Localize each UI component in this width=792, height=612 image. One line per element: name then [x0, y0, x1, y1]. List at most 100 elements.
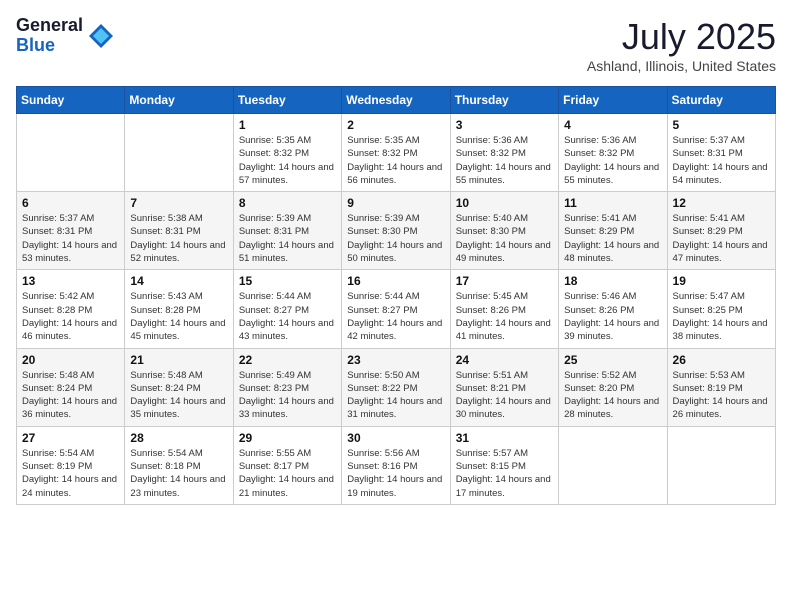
day-number: 18	[564, 274, 661, 288]
calendar-week-row: 1Sunrise: 5:35 AMSunset: 8:32 PMDaylight…	[17, 114, 776, 192]
day-info: Sunrise: 5:46 AMSunset: 8:26 PMDaylight:…	[564, 290, 661, 343]
month-title: July 2025	[587, 16, 776, 58]
calendar-cell: 6 Sunrise: 5:37 AMSunset: 8:31 PMDaylight…	[17, 192, 125, 270]
calendar-cell: 26 Sunrise: 5:53 AMSunset: 8:19 PMDayligh…	[667, 348, 775, 426]
day-number: 29	[239, 431, 336, 445]
title-block: July 2025 Ashland, Illinois, United Stat…	[587, 16, 776, 74]
calendar-cell: 16Sunrise: 5:44 AMSunset: 8:27 PMDayligh…	[342, 270, 450, 348]
day-number: 4	[564, 118, 661, 132]
day-info: Sunrise: 5:41 AMSunset: 8:29 PMDaylight:…	[673, 212, 770, 265]
calendar-cell: 8Sunrise: 5:39 AMSunset: 8:31 PMDaylight…	[233, 192, 341, 270]
calendar-cell: 5 Sunrise: 5:37 AMSunset: 8:31 PMDaylight…	[667, 114, 775, 192]
day-number: 28	[130, 431, 227, 445]
day-number: 26	[673, 353, 770, 367]
calendar-cell: 23 Sunrise: 5:50 AMSunset: 8:22 PMDayligh…	[342, 348, 450, 426]
calendar-cell	[667, 426, 775, 504]
calendar-week-row: 20 Sunrise: 5:48 AMSunset: 8:24 PMDayligh…	[17, 348, 776, 426]
day-number: 9	[347, 196, 444, 210]
day-number: 27	[22, 431, 119, 445]
calendar-cell: 7 Sunrise: 5:38 AMSunset: 8:31 PMDaylight…	[125, 192, 233, 270]
day-number: 8	[239, 196, 336, 210]
day-info: Sunrise: 5:41 AMSunset: 8:29 PMDaylight:…	[564, 212, 661, 265]
calendar-cell: 30Sunrise: 5:56 AMSunset: 8:16 PMDayligh…	[342, 426, 450, 504]
day-info: Sunrise: 5:38 AMSunset: 8:31 PMDaylight:…	[130, 212, 227, 265]
calendar-cell	[559, 426, 667, 504]
day-number: 21	[130, 353, 227, 367]
day-info: Sunrise: 5:54 AMSunset: 8:18 PMDaylight:…	[130, 447, 227, 500]
day-number: 23	[347, 353, 444, 367]
day-number: 6	[22, 196, 119, 210]
day-info: Sunrise: 5:37 AMSunset: 8:31 PMDaylight:…	[22, 212, 119, 265]
day-info: Sunrise: 5:49 AMSunset: 8:23 PMDaylight:…	[239, 369, 336, 422]
day-info: Sunrise: 5:37 AMSunset: 8:31 PMDaylight:…	[673, 134, 770, 187]
day-number: 3	[456, 118, 553, 132]
day-number: 11	[564, 196, 661, 210]
day-info: Sunrise: 5:48 AMSunset: 8:24 PMDaylight:…	[22, 369, 119, 422]
logo: General Blue	[16, 16, 115, 56]
day-number: 31	[456, 431, 553, 445]
calendar-cell: 25 Sunrise: 5:52 AMSunset: 8:20 PMDayligh…	[559, 348, 667, 426]
calendar-cell: 11 Sunrise: 5:41 AMSunset: 8:29 PMDayligh…	[559, 192, 667, 270]
calendar-cell: 1Sunrise: 5:35 AMSunset: 8:32 PMDaylight…	[233, 114, 341, 192]
day-info: Sunrise: 5:44 AMSunset: 8:27 PMDaylight:…	[347, 290, 444, 343]
day-of-week-header: Sunday	[17, 87, 125, 114]
day-number: 5	[673, 118, 770, 132]
day-number: 22	[239, 353, 336, 367]
day-info: Sunrise: 5:43 AMSunset: 8:28 PMDaylight:…	[130, 290, 227, 343]
calendar-week-row: 13 Sunrise: 5:42 AMSunset: 8:28 PMDayligh…	[17, 270, 776, 348]
calendar-cell: 21Sunrise: 5:48 AMSunset: 8:24 PMDayligh…	[125, 348, 233, 426]
calendar-table: SundayMondayTuesdayWednesdayThursdayFrid…	[16, 86, 776, 505]
day-info: Sunrise: 5:36 AMSunset: 8:32 PMDaylight:…	[456, 134, 553, 187]
calendar-header-row: SundayMondayTuesdayWednesdayThursdayFrid…	[17, 87, 776, 114]
calendar-cell: 12 Sunrise: 5:41 AMSunset: 8:29 PMDayligh…	[667, 192, 775, 270]
day-info: Sunrise: 5:53 AMSunset: 8:19 PMDaylight:…	[673, 369, 770, 422]
logo-blue: Blue	[16, 36, 83, 56]
day-info: Sunrise: 5:35 AMSunset: 8:32 PMDaylight:…	[347, 134, 444, 187]
logo-icon	[87, 22, 115, 50]
day-number: 25	[564, 353, 661, 367]
calendar-cell: 9Sunrise: 5:39 AMSunset: 8:30 PMDaylight…	[342, 192, 450, 270]
calendar-cell: 14Sunrise: 5:43 AMSunset: 8:28 PMDayligh…	[125, 270, 233, 348]
calendar-cell: 24Sunrise: 5:51 AMSunset: 8:21 PMDayligh…	[450, 348, 558, 426]
day-info: Sunrise: 5:50 AMSunset: 8:22 PMDaylight:…	[347, 369, 444, 422]
day-of-week-header: Friday	[559, 87, 667, 114]
logo-text: General Blue	[16, 16, 83, 56]
day-number: 20	[22, 353, 119, 367]
day-number: 12	[673, 196, 770, 210]
day-info: Sunrise: 5:36 AMSunset: 8:32 PMDaylight:…	[564, 134, 661, 187]
day-info: Sunrise: 5:47 AMSunset: 8:25 PMDaylight:…	[673, 290, 770, 343]
calendar-cell: 29 Sunrise: 5:55 AMSunset: 8:17 PMDayligh…	[233, 426, 341, 504]
calendar-cell: 22 Sunrise: 5:49 AMSunset: 8:23 PMDayligh…	[233, 348, 341, 426]
day-number: 13	[22, 274, 119, 288]
calendar-week-row: 27 Sunrise: 5:54 AMSunset: 8:19 PMDayligh…	[17, 426, 776, 504]
calendar-cell: 15Sunrise: 5:44 AMSunset: 8:27 PMDayligh…	[233, 270, 341, 348]
day-of-week-header: Saturday	[667, 87, 775, 114]
calendar-cell: 10Sunrise: 5:40 AMSunset: 8:30 PMDayligh…	[450, 192, 558, 270]
calendar-cell	[17, 114, 125, 192]
day-info: Sunrise: 5:57 AMSunset: 8:15 PMDaylight:…	[456, 447, 553, 500]
day-info: Sunrise: 5:45 AMSunset: 8:26 PMDaylight:…	[456, 290, 553, 343]
calendar-week-row: 6 Sunrise: 5:37 AMSunset: 8:31 PMDaylight…	[17, 192, 776, 270]
day-of-week-header: Wednesday	[342, 87, 450, 114]
location-subtitle: Ashland, Illinois, United States	[587, 58, 776, 74]
calendar-cell	[125, 114, 233, 192]
calendar-cell: 2Sunrise: 5:35 AMSunset: 8:32 PMDaylight…	[342, 114, 450, 192]
day-info: Sunrise: 5:51 AMSunset: 8:21 PMDaylight:…	[456, 369, 553, 422]
day-of-week-header: Tuesday	[233, 87, 341, 114]
calendar-cell: 20 Sunrise: 5:48 AMSunset: 8:24 PMDayligh…	[17, 348, 125, 426]
day-of-week-header: Thursday	[450, 87, 558, 114]
calendar-cell: 13 Sunrise: 5:42 AMSunset: 8:28 PMDayligh…	[17, 270, 125, 348]
day-number: 7	[130, 196, 227, 210]
day-info: Sunrise: 5:35 AMSunset: 8:32 PMDaylight:…	[239, 134, 336, 187]
calendar-cell: 4 Sunrise: 5:36 AMSunset: 8:32 PMDaylight…	[559, 114, 667, 192]
day-info: Sunrise: 5:52 AMSunset: 8:20 PMDaylight:…	[564, 369, 661, 422]
day-number: 17	[456, 274, 553, 288]
calendar-cell: 3 Sunrise: 5:36 AMSunset: 8:32 PMDaylight…	[450, 114, 558, 192]
day-info: Sunrise: 5:42 AMSunset: 8:28 PMDaylight:…	[22, 290, 119, 343]
calendar-cell: 28 Sunrise: 5:54 AMSunset: 8:18 PMDayligh…	[125, 426, 233, 504]
calendar-cell: 18 Sunrise: 5:46 AMSunset: 8:26 PMDayligh…	[559, 270, 667, 348]
day-info: Sunrise: 5:55 AMSunset: 8:17 PMDaylight:…	[239, 447, 336, 500]
day-info: Sunrise: 5:54 AMSunset: 8:19 PMDaylight:…	[22, 447, 119, 500]
calendar-cell: 19Sunrise: 5:47 AMSunset: 8:25 PMDayligh…	[667, 270, 775, 348]
day-number: 15	[239, 274, 336, 288]
